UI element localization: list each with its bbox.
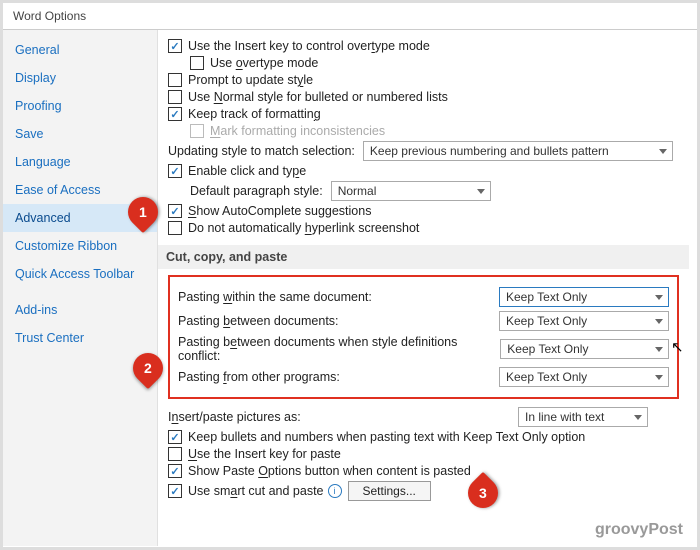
highlight-paste-options: Pasting within the same document: Keep T… xyxy=(168,275,679,399)
checkbox-keep-track-formatting[interactable] xyxy=(168,107,182,121)
label-prompt-update-style: Prompt to update style xyxy=(188,73,313,87)
label-enable-click-type: Enable click and type xyxy=(188,164,306,178)
label-keep-track-formatting: Keep track of formatting xyxy=(188,107,321,121)
checkbox-prompt-update-style[interactable] xyxy=(168,73,182,87)
select-updating-style[interactable]: Keep previous numbering and bullets patt… xyxy=(363,141,673,161)
sidebar-item-trust-center[interactable]: Trust Center xyxy=(3,324,157,352)
label-default-paragraph-style: Default paragraph style: xyxy=(190,184,323,198)
select-insert-pictures[interactable]: In line with text xyxy=(518,407,648,427)
label-pasting-conflict: Pasting between documents when style def… xyxy=(178,335,500,363)
label-insert-key-paste: Use the Insert key for paste xyxy=(188,447,341,461)
sidebar-item-save[interactable]: Save xyxy=(3,120,157,148)
checkbox-keep-bullets-numbers[interactable] xyxy=(168,430,182,444)
label-updating-style: Updating style to match selection: xyxy=(168,144,355,158)
sidebar-item-customize-ribbon[interactable]: Customize Ribbon xyxy=(3,232,157,260)
checkbox-normal-style-lists[interactable] xyxy=(168,90,182,104)
cursor-icon: ↖ xyxy=(671,338,684,356)
window-title: Word Options xyxy=(3,3,697,30)
content-pane: Use the Insert key to control overtype m… xyxy=(158,30,697,546)
sidebar-item-language[interactable]: Language xyxy=(3,148,157,176)
sidebar-item-proofing[interactable]: Proofing xyxy=(3,92,157,120)
checkbox-use-overtype-mode[interactable] xyxy=(190,56,204,70)
sidebar-item-add-ins[interactable]: Add-ins xyxy=(3,296,157,324)
sidebar: General Display Proofing Save Language E… xyxy=(3,30,158,546)
select-pasting-within[interactable]: Keep Text Only xyxy=(499,287,669,307)
select-pasting-other[interactable]: Keep Text Only xyxy=(499,367,669,387)
label-pasting-other: Pasting from other programs: xyxy=(178,370,340,384)
sidebar-item-quick-access-toolbar[interactable]: Quick Access Toolbar xyxy=(3,260,157,288)
select-pasting-conflict[interactable]: Keep Text Only xyxy=(500,339,669,359)
section-cut-copy-paste: Cut, copy, and paste xyxy=(158,245,689,269)
label-mark-inconsistencies: Mark formatting inconsistencies xyxy=(210,124,385,138)
watermark: groovyPost xyxy=(595,521,683,539)
label-insert-pictures: Insert/paste pictures as: xyxy=(168,410,301,424)
checkbox-enable-click-type[interactable] xyxy=(168,164,182,178)
label-autocomplete: Show AutoComplete suggestions xyxy=(188,204,371,218)
label-pasting-between: Pasting between documents: xyxy=(178,314,339,328)
sidebar-item-display[interactable]: Display xyxy=(3,64,157,92)
checkbox-show-paste-options[interactable] xyxy=(168,464,182,478)
select-default-paragraph-style[interactable]: Normal xyxy=(331,181,491,201)
checkbox-smart-cut-paste[interactable] xyxy=(168,484,182,498)
sidebar-item-general[interactable]: General xyxy=(3,36,157,64)
checkbox-insert-key-paste[interactable] xyxy=(168,447,182,461)
checkbox-use-insert-key-overtype[interactable] xyxy=(168,39,182,53)
checkbox-autocomplete[interactable] xyxy=(168,204,182,218)
label-normal-style-lists: Use Normal style for bulleted or numbere… xyxy=(188,90,448,104)
label-use-insert-key-overtype: Use the Insert key to control overtype m… xyxy=(188,39,430,53)
label-smart-cut-paste: Use smart cut and paste xyxy=(188,484,324,498)
info-icon[interactable]: i xyxy=(328,484,342,498)
label-no-hyperlink-screenshot: Do not automatically hyperlink screensho… xyxy=(188,221,419,235)
checkbox-mark-inconsistencies xyxy=(190,124,204,138)
label-pasting-within: Pasting within the same document: xyxy=(178,290,372,304)
label-show-paste-options: Show Paste Options button when content i… xyxy=(188,464,471,478)
select-pasting-between[interactable]: Keep Text Only xyxy=(499,311,669,331)
checkbox-no-hyperlink-screenshot[interactable] xyxy=(168,221,182,235)
label-keep-bullets-numbers: Keep bullets and numbers when pasting te… xyxy=(188,430,585,444)
label-use-overtype-mode: Use overtype mode xyxy=(210,56,318,70)
settings-button[interactable]: Settings... xyxy=(348,481,431,501)
